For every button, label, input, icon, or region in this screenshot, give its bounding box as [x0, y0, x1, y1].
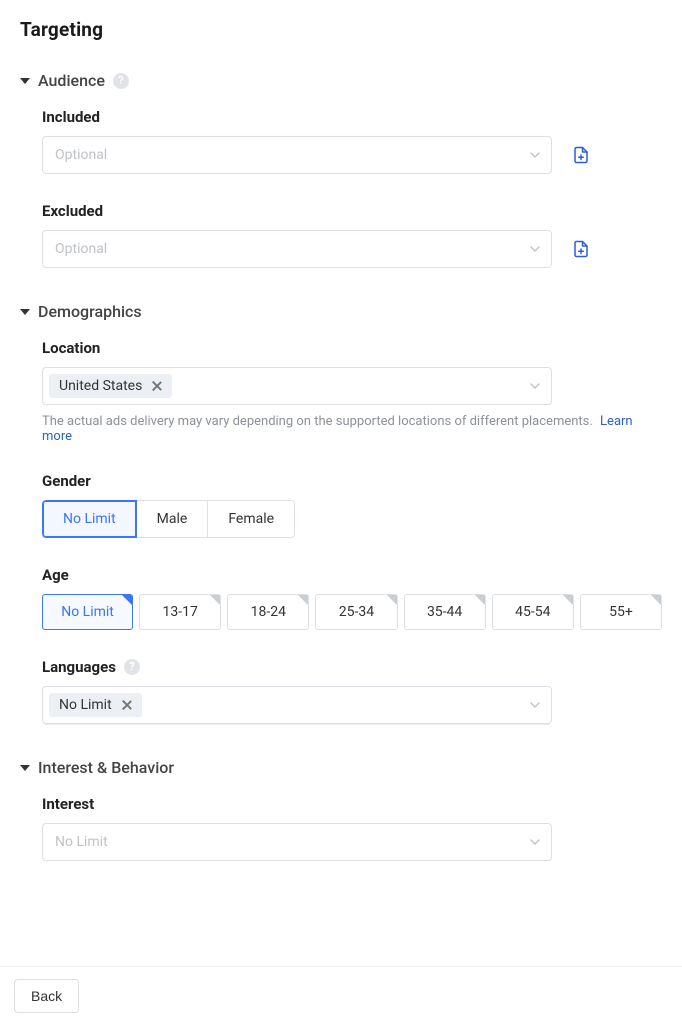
select-placeholder: Optional	[55, 147, 107, 163]
select-placeholder: Optional	[55, 241, 107, 257]
help-icon[interactable]: ?	[124, 659, 140, 675]
new-file-icon[interactable]	[572, 240, 590, 258]
label-excluded: Excluded	[42, 202, 662, 220]
location-hint: The actual ads delivery may vary dependi…	[42, 414, 662, 444]
label-included: Included	[42, 108, 662, 126]
age-group: No Limit 13-17 18-24 25-34 35-44 45-54 5…	[42, 594, 662, 630]
remove-tag-icon[interactable]	[150, 379, 164, 393]
new-file-icon[interactable]	[572, 146, 590, 164]
age-25-34[interactable]: 25-34	[315, 594, 397, 630]
corner-icon	[298, 595, 308, 605]
select-audience-included[interactable]: Optional	[42, 136, 552, 174]
caret-down-icon	[20, 309, 30, 315]
gender-group: No Limit Male Female	[42, 500, 295, 538]
chevron-down-icon	[529, 149, 541, 161]
label-age: Age	[42, 566, 662, 584]
footer-bar: Back	[0, 966, 682, 1024]
label-location: Location	[42, 339, 662, 357]
page-title: Targeting	[20, 18, 662, 41]
tag-language: No Limit	[49, 693, 142, 717]
tag-text: No Limit	[59, 697, 112, 713]
tag-location: United States	[49, 374, 172, 398]
select-languages[interactable]: No Limit	[42, 686, 552, 724]
corner-icon	[651, 595, 661, 605]
chevron-down-icon	[529, 243, 541, 255]
caret-down-icon	[20, 78, 30, 84]
caret-down-icon	[20, 765, 30, 771]
age-18-24[interactable]: 18-24	[227, 594, 309, 630]
back-button[interactable]: Back	[14, 979, 79, 1013]
section-toggle-demographics[interactable]: Demographics	[20, 302, 662, 321]
tag-text: United States	[59, 378, 142, 394]
section-label-demographics: Demographics	[38, 302, 142, 321]
section-toggle-interest[interactable]: Interest & Behavior	[20, 758, 662, 777]
section-toggle-audience[interactable]: Audience ?	[20, 71, 662, 90]
select-placeholder: No Limit	[55, 834, 108, 850]
age-13-17[interactable]: 13-17	[139, 594, 221, 630]
section-label-interest: Interest & Behavior	[38, 758, 174, 777]
gender-female[interactable]: Female	[208, 500, 295, 538]
age-35-44[interactable]: 35-44	[404, 594, 486, 630]
select-audience-excluded[interactable]: Optional	[42, 230, 552, 268]
label-gender: Gender	[42, 472, 662, 490]
label-interest: Interest	[42, 795, 662, 813]
chevron-down-icon	[529, 699, 541, 711]
select-interest[interactable]: No Limit	[42, 823, 552, 861]
chevron-down-icon	[529, 380, 541, 392]
remove-tag-icon[interactable]	[120, 698, 134, 712]
gender-male[interactable]: Male	[137, 500, 209, 538]
section-label-audience: Audience	[38, 71, 105, 90]
select-location[interactable]: United States	[42, 367, 552, 405]
chevron-down-icon	[529, 836, 541, 848]
help-icon[interactable]: ?	[113, 73, 129, 89]
corner-icon	[122, 595, 132, 605]
gender-nolimit[interactable]: No Limit	[42, 500, 137, 538]
label-languages: Languages ?	[42, 658, 662, 676]
corner-icon	[563, 595, 573, 605]
age-55-plus[interactable]: 55+	[580, 594, 662, 630]
age-45-54[interactable]: 45-54	[492, 594, 574, 630]
corner-icon	[210, 595, 220, 605]
age-nolimit[interactable]: No Limit	[42, 594, 133, 630]
corner-icon	[475, 595, 485, 605]
corner-icon	[387, 595, 397, 605]
